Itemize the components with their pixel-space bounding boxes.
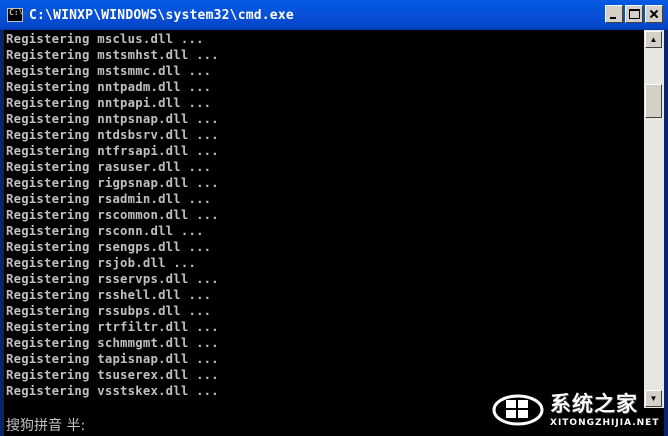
console-line: Registering mstsmhst.dll ... (6, 48, 219, 62)
console-line: Registering rsconn.dll ... (6, 224, 204, 238)
console-line: Registering nntpsnap.dll ... (6, 112, 219, 126)
console-line: Registering mstsmmc.dll ... (6, 64, 212, 78)
close-button[interactable] (645, 5, 663, 23)
console-line: Registering schmmgmt.dll ... (6, 336, 219, 350)
console-line: Registering tsuserex.dll ... (6, 368, 219, 382)
console-line: Registering rigpsnap.dll ... (6, 176, 219, 190)
scrollbar-thumb[interactable] (645, 84, 662, 118)
console-line: Registering ntfrsapi.dll ... (6, 144, 219, 158)
watermark-logo (492, 388, 548, 428)
console-output[interactable]: Registering msclus.dll ... Registering ms… (4, 30, 644, 408)
console-line: Registering msclus.dll ... (6, 32, 204, 46)
console-line: Registering nntpapi.dll ... (6, 96, 212, 110)
watermark: 系统之家 XITONGZHIJIA.NET (492, 380, 668, 436)
console-line: Registering rsservps.dll ... (6, 272, 219, 286)
window-title: C:\WINXP\WINDOWS\system32\cmd.exe (29, 7, 294, 23)
console-line: Registering nntpadm.dll ... (6, 80, 212, 94)
console-line: Registering rtrfiltr.dll ... (6, 320, 219, 334)
cmd-icon-glyph: C:\ (9, 8, 24, 17)
maximize-button[interactable] (625, 5, 643, 23)
minimize-button[interactable] (605, 5, 623, 23)
ime-status-text: 搜狗拼音 半: (6, 418, 86, 434)
console-line: Registering rssubps.dll ... (6, 304, 212, 318)
console-line: Registering rasuser.dll ... (6, 160, 212, 174)
window-controls (605, 5, 663, 23)
console-line: Registering vsstskex.dll ... (6, 384, 219, 398)
console-line: Registering rscommon.dll ... (6, 208, 219, 222)
vertical-scrollbar[interactable]: ▲ ▼ (644, 30, 664, 408)
console-line: Registering rsengps.dll ... (6, 240, 212, 254)
title-bar[interactable]: C:\ C:\WINXP\WINDOWS\system32\cmd.exe (0, 0, 668, 30)
console-line: Registering rsshell.dll ... (6, 288, 212, 302)
cmd-window: C:\ C:\WINXP\WINDOWS\system32\cmd.exe Re… (0, 0, 668, 436)
console-line: Registering rsjob.dll ... (6, 256, 197, 270)
console-line: Registering tapisnap.dll ... (6, 352, 219, 366)
scroll-up-button[interactable]: ▲ (645, 31, 662, 48)
watermark-en: XITONGZHIJIA.NET (550, 418, 660, 428)
console-line: Registering rsadmin.dll ... (6, 192, 212, 206)
watermark-cn: 系统之家 (550, 392, 638, 416)
console-lines: Registering msclus.dll ... Registering ms… (6, 32, 219, 400)
console-line: Registering ntdsbsrv.dll ... (6, 128, 219, 142)
cmd-icon[interactable]: C:\ (7, 8, 23, 22)
